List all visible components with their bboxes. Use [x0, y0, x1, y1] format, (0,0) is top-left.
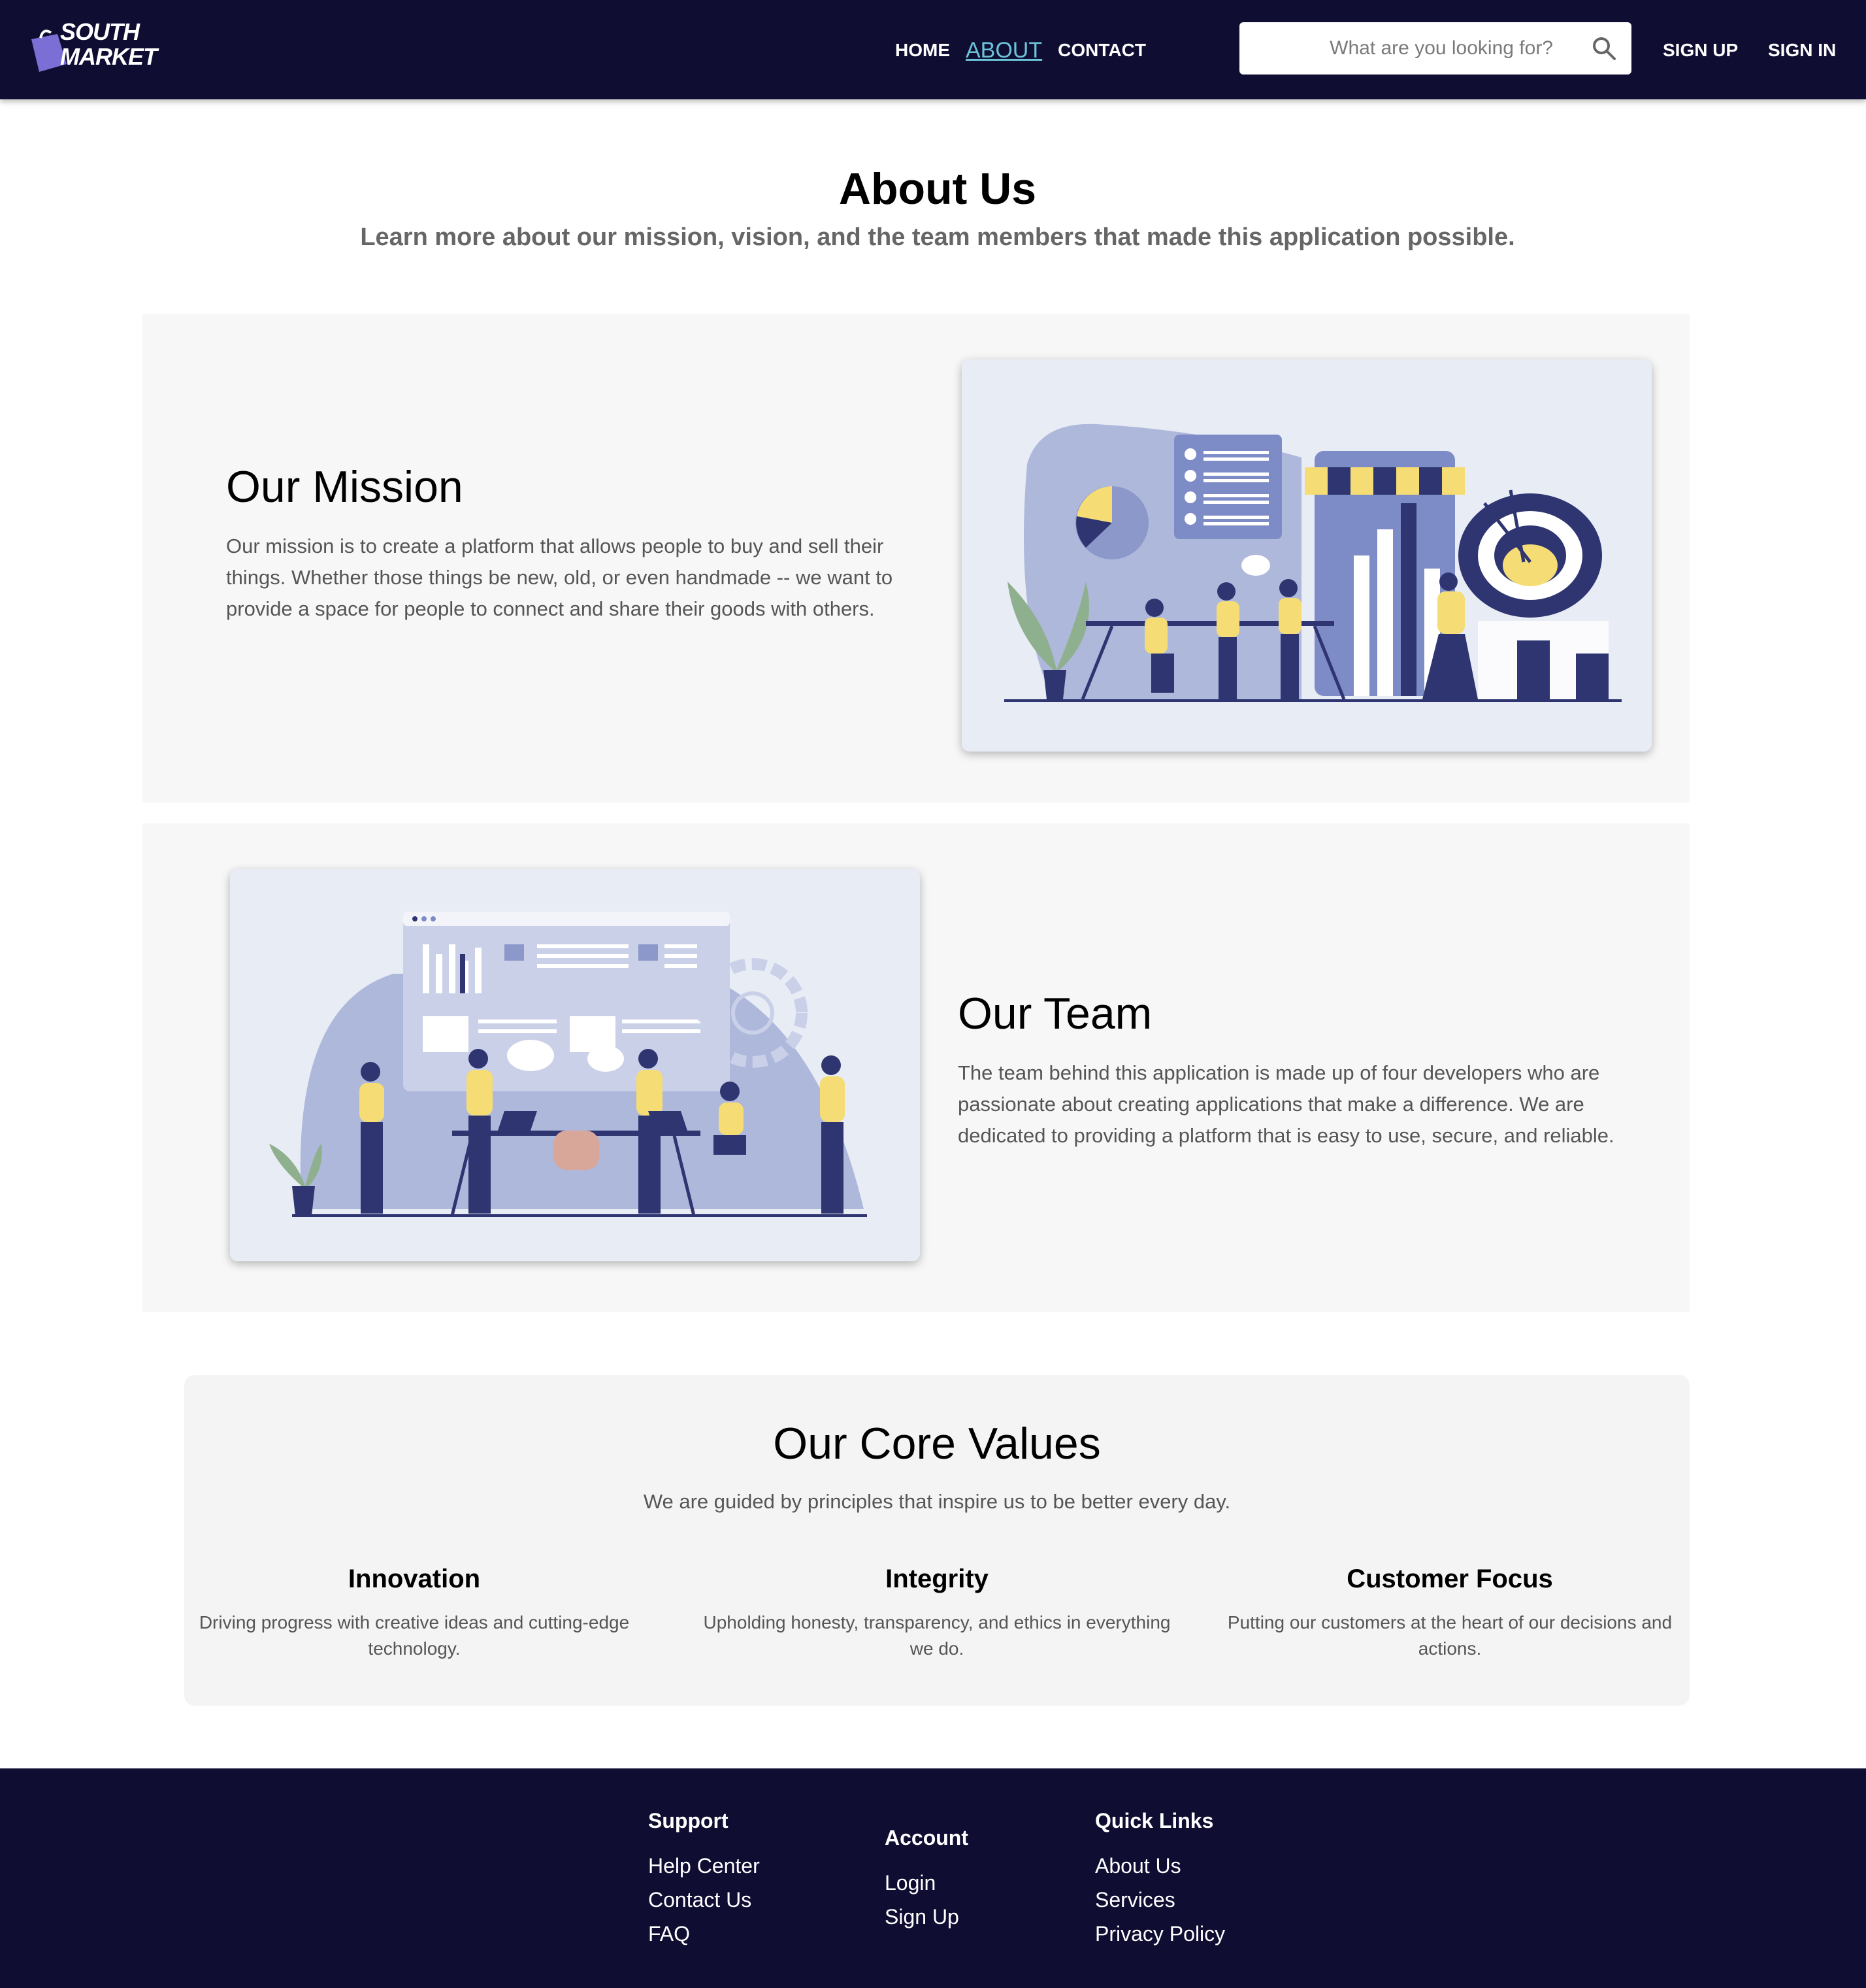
value-title: Customer Focus [1347, 1565, 1553, 1593]
footer-link-privacy-policy[interactable]: Privacy Policy [1095, 1917, 1225, 1951]
footer-link-help-center[interactable]: Help Center [648, 1849, 760, 1883]
search-input[interactable] [1252, 29, 1579, 68]
value-customer-focus: Customer Focus Putting our customers at … [1218, 1565, 1682, 1662]
nav-contact[interactable]: CONTACT [1058, 40, 1146, 61]
value-title: Integrity [885, 1565, 989, 1593]
mission-body: Our mission is to create a platform that… [226, 535, 893, 620]
footer-link-sign-up[interactable]: Sign Up [885, 1900, 968, 1934]
logo-text: SOUTH MARKET [60, 20, 157, 69]
logo-line-2: MARKET [60, 43, 157, 70]
navbar: SOUTH MARKET HOME ABOUT CONTACT SIGN UP … [0, 0, 1866, 99]
value-title: Innovation [348, 1565, 481, 1593]
nav-home[interactable]: HOME [895, 40, 950, 61]
value-integrity: Integrity Upholding honesty, transparenc… [695, 1565, 1179, 1662]
core-values-title: Our Core Values [773, 1419, 1101, 1468]
value-innovation: Innovation Driving progress with creativ… [192, 1565, 636, 1662]
mission-illustration [962, 359, 1652, 752]
value-description: Upholding honesty, transparency, and eth… [703, 1612, 1171, 1659]
team-meeting-illustration [230, 869, 920, 1261]
footer-account-title: Account [885, 1826, 968, 1849]
footer-link-about-us[interactable]: About Us [1095, 1849, 1225, 1883]
team-body: The team behind this application is made… [958, 1061, 1614, 1147]
footer: Support Help Center Contact Us FAQ Accou… [0, 1768, 1866, 1988]
sign-in-link[interactable]: SIGN IN [1768, 40, 1836, 61]
page-subtitle: Learn more about our mission, vision, an… [360, 224, 1515, 251]
value-description: Driving progress with creative ideas and… [199, 1612, 630, 1659]
footer-account: Account Login Sign Up [885, 1826, 968, 1934]
sign-in-container: SIGN IN [1768, 34, 1836, 67]
footer-link-faq[interactable]: FAQ [648, 1917, 760, 1951]
main-nav: HOME ABOUT CONTACT [895, 34, 1146, 67]
sign-up-link[interactable]: SIGN UP [1663, 40, 1738, 61]
mission-title: Our Mission [226, 462, 463, 512]
team-illustration [230, 869, 920, 1261]
core-values-subtitle: We are guided by principles that inspire… [643, 1490, 1231, 1513]
team-title: Our Team [958, 989, 1153, 1038]
search-icon[interactable] [1591, 35, 1617, 61]
value-description: Putting our customers at the heart of ou… [1227, 1612, 1673, 1659]
footer-link-login[interactable]: Login [885, 1866, 968, 1900]
mission-section: Our Mission Our mission is to create a p… [142, 314, 1690, 803]
logo-line-1: SOUTH [60, 18, 140, 45]
footer-quick-links: Quick Links About Us Services Privacy Po… [1095, 1809, 1225, 1951]
sign-up-container: SIGN UP [1663, 34, 1738, 67]
team-section: Our Team The team behind this applicatio… [142, 823, 1690, 1312]
search-box [1239, 22, 1631, 75]
footer-support: Support Help Center Contact Us FAQ [648, 1809, 760, 1951]
footer-quick-links-title: Quick Links [1095, 1809, 1214, 1832]
footer-link-contact-us[interactable]: Contact Us [648, 1883, 760, 1917]
footer-link-services[interactable]: Services [1095, 1883, 1225, 1917]
page-title: About Us [838, 164, 1037, 214]
business-team-illustration [962, 359, 1652, 752]
nav-about[interactable]: ABOUT [966, 38, 1042, 63]
footer-support-title: Support [648, 1809, 728, 1832]
core-values-section: Our Core Values We are guided by princip… [184, 1375, 1690, 1706]
brand-logo[interactable]: SOUTH MARKET [26, 20, 157, 78]
